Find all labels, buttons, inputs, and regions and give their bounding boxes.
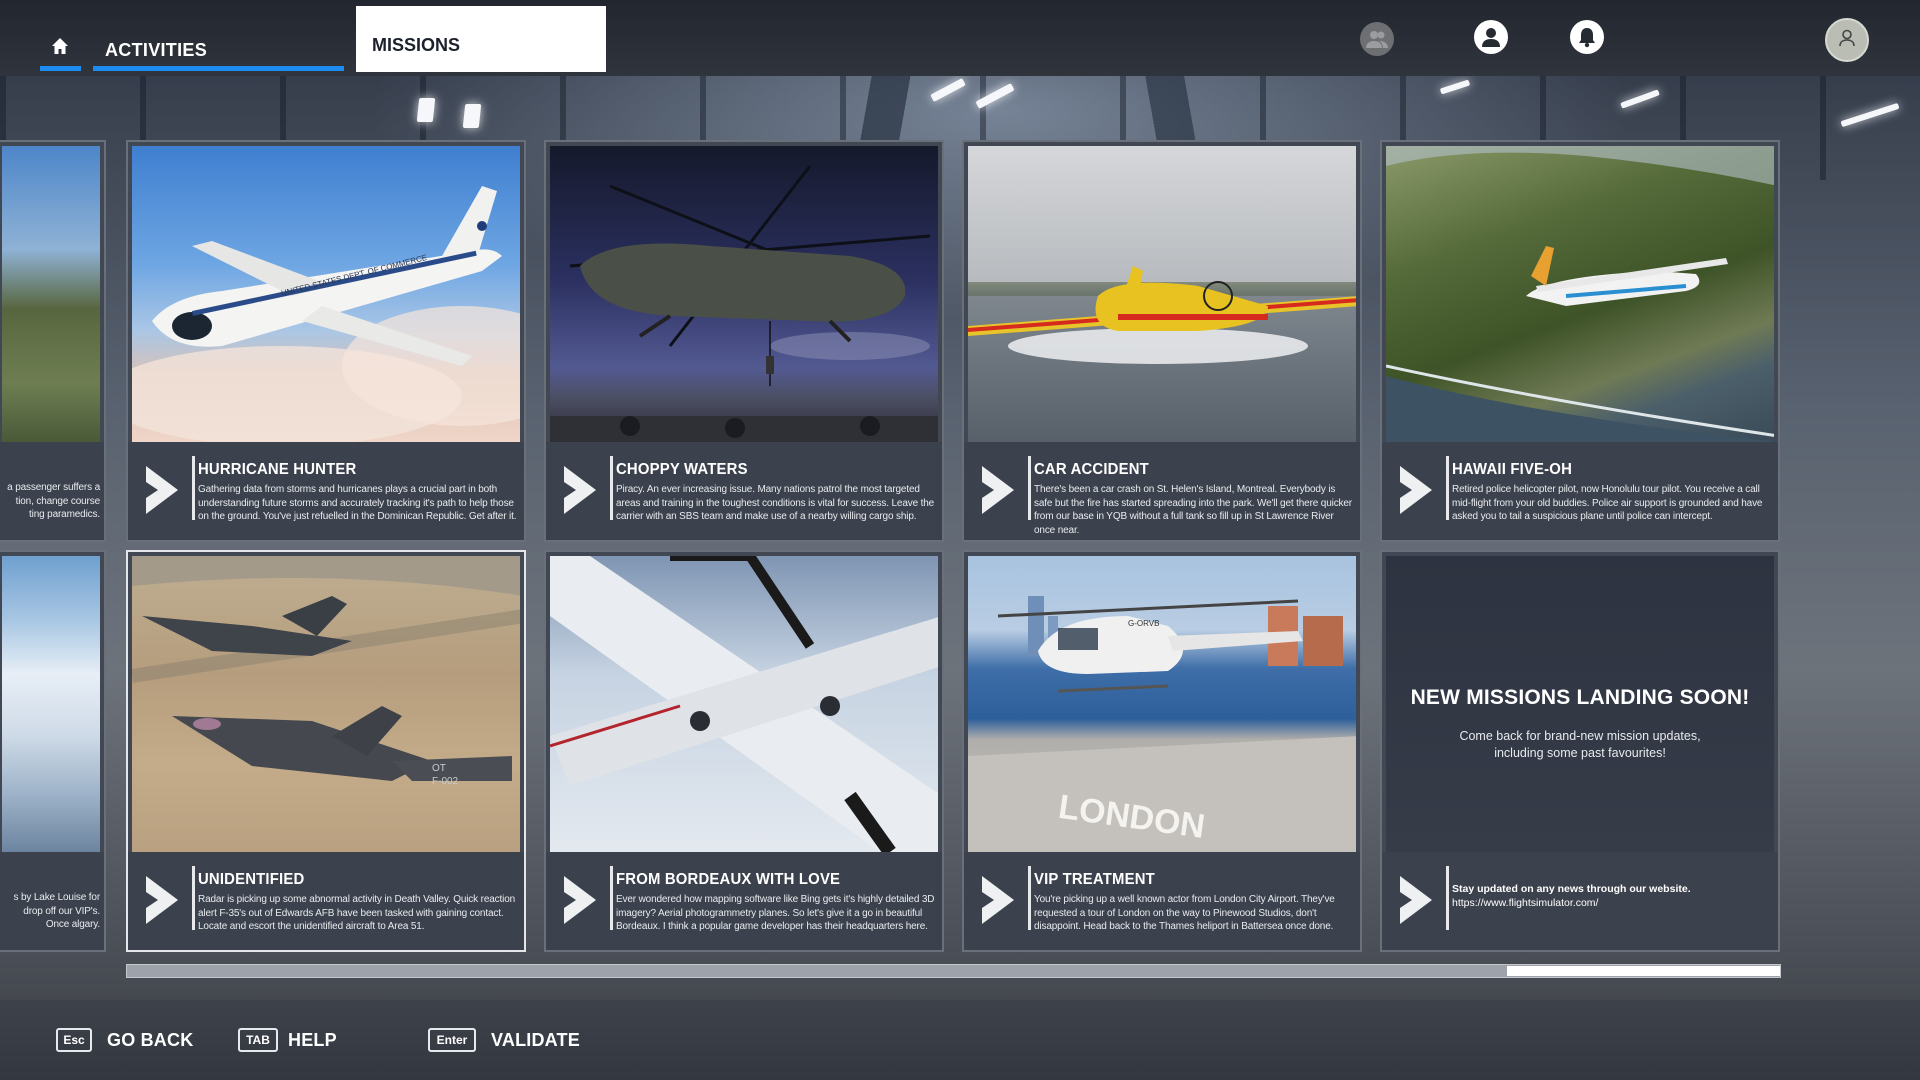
notifications-button[interactable] [1570,20,1604,54]
ceiling-light [416,98,436,122]
mission-image: UNITED STATES DEPT. OF COMMERCE [132,146,520,442]
esc-key-badge[interactable]: Esc [56,1028,92,1052]
mission-description: You're picking up a well known actor fro… [1034,894,1335,932]
jet-marking: F-002 [432,776,459,787]
helicopter-registration: G-ORVB [1128,619,1159,628]
mission-description: s by Lake Louise for drop off our VIP's.… [13,892,101,930]
chevron-right-icon [1400,876,1432,924]
mission-description: a passenger suffers a tion, change cours… [7,482,100,520]
coming-soon-card[interactable]: NEW MISSIONS LANDING SOON! Come back for… [1380,550,1780,952]
divider [1446,866,1449,930]
chevron-right-icon [1400,466,1432,514]
chevron-right-icon [564,466,596,514]
coming-soon-panel: NEW MISSIONS LANDING SOON! Come back for… [1386,556,1774,852]
mission-card-unidentified[interactable]: OT F-002 UNIDENTIFIED Radar is picking u… [126,550,526,952]
mission-card-partial-left[interactable]: s by Lake Louise for drop off our VIP's.… [0,550,106,952]
mission-title: CAR ACCIDENT [1034,461,1149,478]
mission-description: Radar is picking up some abnormal activi… [198,894,516,932]
jet-marking: OT [432,763,446,774]
mission-image: G-ORVB LONDON [968,556,1356,852]
go-back-button[interactable]: GO BACK [107,1030,193,1051]
mission-image: OT F-002 [132,556,520,852]
help-button[interactable]: HELP [288,1030,337,1051]
mission-description: There's been a car crash on St. Helen's … [1034,484,1352,536]
mission-card-vip-treatment[interactable]: G-ORVB LONDON VIP TREATMENT You're picki… [962,550,1362,952]
divider [610,456,613,520]
home-icon [50,36,70,61]
mission-image [968,146,1356,442]
tab-activities-indicator [93,66,344,71]
mission-card-partial-left[interactable]: a passenger suffers a tion, change cours… [0,140,106,542]
ceiling-light [1620,89,1660,109]
mission-title: UNIDENTIFIED [198,871,305,888]
chevron-right-icon [982,466,1014,514]
coming-soon-title: NEW MISSIONS LANDING SOON! [1410,686,1750,709]
mission-title: HAWAII FIVE-OH [1452,461,1572,478]
friends-icon [1365,29,1389,49]
mission-image [1386,146,1774,442]
mission-description: Gathering data from storms and hurricane… [198,484,517,522]
mission-card-choppy-waters[interactable]: CHOPPY WATERS Piracy. An ever increasing… [544,140,944,542]
mission-image [550,556,938,852]
divider [192,456,195,520]
mission-title: CHOPPY WATERS [616,461,748,478]
divider [1028,456,1031,520]
ceiling-light [462,104,482,128]
ceiling-light [930,78,966,102]
profile-button[interactable] [1474,20,1508,54]
mission-card-hawaii-five-oh[interactable]: HAWAII FIVE-OH Retired police helicopter… [1380,140,1780,542]
mission-title: FROM BORDEAUX WITH LOVE [616,871,841,888]
divider [1446,456,1449,520]
user-avatar[interactable] [1825,18,1869,62]
mission-image [2,146,100,442]
mission-description: Retired police helicopter pilot, now Hon… [1452,484,1763,522]
tab-key-badge[interactable]: TAB [238,1028,278,1052]
chevron-right-icon [146,876,178,924]
chevron-right-icon [146,466,178,514]
ceiling-light [975,83,1015,109]
website-info-text: Stay updated on any news through our web… [1452,883,1691,895]
scrollbar-thumb[interactable] [1507,966,1780,976]
coming-soon-text: Come back for brand-new mission updates,… [1459,729,1701,760]
mission-card-hurricane-hunter[interactable]: UNITED STATES DEPT. OF COMMERCE HURRICAN… [126,140,526,542]
profile-icon [1480,26,1502,48]
chevron-right-icon [564,876,596,924]
horizontal-scrollbar[interactable] [126,964,1781,978]
tab-missions[interactable]: MISSIONS [356,6,606,72]
divider [610,866,613,930]
mission-description: Piracy. An ever increasing issue. Many n… [616,484,935,522]
website-link[interactable]: https://www.flightsimulator.com/ [1452,896,1770,910]
user-avatar-icon [1837,28,1857,53]
mission-image [550,146,938,442]
chevron-right-icon [982,876,1014,924]
mission-card-car-accident[interactable]: CAR ACCIDENT There's been a car crash on… [962,140,1362,542]
validate-button[interactable]: VALIDATE [491,1030,580,1051]
mission-title: HURRICANE HUNTER [198,461,357,478]
mission-title: VIP TREATMENT [1034,871,1155,888]
divider [192,866,195,930]
friends-button[interactable] [1360,22,1394,56]
divider [1028,866,1031,930]
mission-description: Ever wondered how mapping software like … [616,894,935,932]
home-tab-indicator [40,66,81,71]
enter-key-badge[interactable]: Enter [428,1028,476,1052]
notification-icon [1577,26,1597,48]
ceiling-light [1439,79,1471,95]
mission-image [2,556,100,852]
mission-card-from-bordeaux-with-love[interactable]: FROM BORDEAUX WITH LOVE Ever wondered ho… [544,550,944,952]
ceiling-light [1840,102,1900,128]
